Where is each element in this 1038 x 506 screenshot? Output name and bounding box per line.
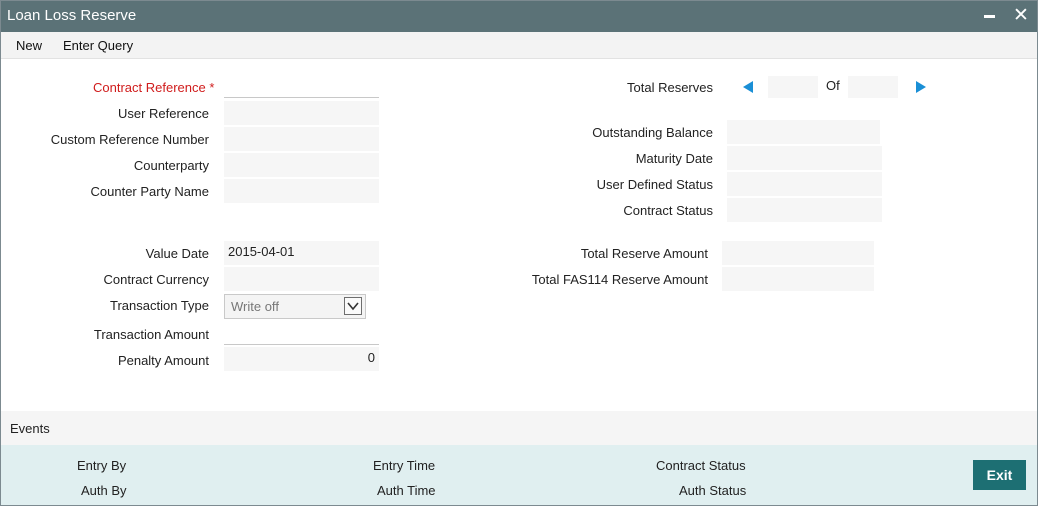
enter-query-menu-item[interactable]: Enter Query [63,38,133,53]
loan-loss-reserve-window: Loan Loss Reserve ✕ New Enter Query Cont… [0,0,1038,506]
auth-status-label: Auth Status [679,483,747,498]
transaction-type-value: Write off [231,299,279,314]
menu-bar: New Enter Query [1,32,1037,59]
user-defined-status-field[interactable] [727,172,882,196]
contract-reference-label: Contract Reference * [93,80,214,95]
custom-reference-number-field[interactable] [224,127,379,151]
contract-currency-label: Contract Currency [103,272,209,287]
new-menu-item[interactable]: New [16,38,42,53]
events-bar: Events [1,411,1037,445]
value-date-label: Value Date [145,246,209,261]
of-label: Of [826,78,840,93]
exit-button[interactable]: Exit [973,460,1026,490]
minimize-icon[interactable] [979,5,1001,27]
contract-status-field[interactable] [727,198,882,222]
custom-reference-number-label: Custom Reference Number [50,132,209,147]
total-reserve-amount-label: Total Reserve Amount [580,246,708,261]
title-bar: Loan Loss Reserve ✕ [1,1,1037,32]
contract-reference-label-text: Contract Reference [93,80,206,95]
arrow-right-icon[interactable] [914,80,928,94]
outstanding-balance-label: Outstanding Balance [592,125,713,140]
counterparty-field[interactable] [224,153,379,177]
user-reference-field[interactable] [224,101,379,125]
maturity-date-field[interactable] [727,146,882,170]
total-fas114-reserve-amount-field[interactable] [722,267,874,291]
transaction-type-label: Transaction Type [110,298,209,313]
counter-party-name-field[interactable] [224,179,379,203]
penalty-amount-field[interactable]: 0 [224,347,379,371]
transaction-amount-label: Transaction Amount [93,327,209,342]
value-date-field[interactable]: 2015-04-01 [224,241,379,265]
total-reserves-label: Total Reserves [627,80,713,95]
events-link[interactable]: Events [10,421,50,436]
arrow-left-icon[interactable] [741,80,755,94]
contract-currency-field[interactable] [224,267,379,291]
total-reserves-current-field[interactable] [768,76,818,98]
auth-by-label: Auth By [81,483,127,498]
close-icon[interactable]: ✕ [1010,5,1032,27]
required-marker: * [209,80,215,95]
audit-footer: Entry By Auth By Entry Time Auth Time Co… [1,445,1037,505]
penalty-amount-label: Penalty Amount [117,353,209,368]
total-reserve-amount-field[interactable] [722,241,874,265]
outstanding-balance-field[interactable] [727,120,880,144]
transaction-type-select[interactable]: Write off [224,294,366,319]
footer-contract-status-label: Contract Status [656,458,746,473]
entry-by-label: Entry By [77,458,127,473]
contract-reference-field[interactable] [224,74,379,98]
window-title: Loan Loss Reserve [7,7,137,24]
transaction-amount-field[interactable] [224,321,379,345]
entry-time-label: Entry Time [373,458,436,473]
chevron-down-icon[interactable] [344,297,362,315]
counter-party-name-label: Counter Party Name [90,184,210,199]
user-reference-label: User Reference [117,106,209,121]
maturity-date-label: Maturity Date [635,151,713,166]
auth-time-label: Auth Time [377,483,436,498]
user-defined-status-label: User Defined Status [596,177,713,192]
counterparty-label: Counterparty [133,158,209,173]
total-reserves-total-field[interactable] [848,76,898,98]
total-fas114-reserve-amount-label: Total FAS114 Reserve Amount [531,272,708,287]
contract-status-label: Contract Status [623,203,713,218]
